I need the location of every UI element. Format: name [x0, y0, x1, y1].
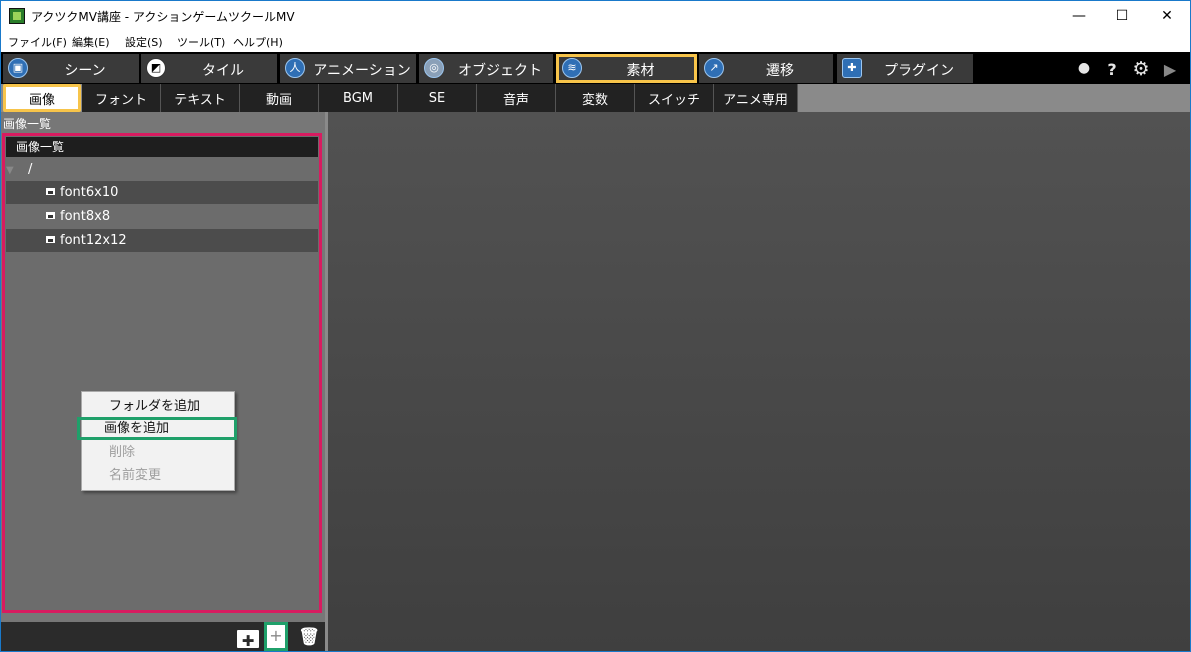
tree-item-label: font8x8: [60, 209, 111, 224]
preview-area[interactable]: [325, 112, 1190, 651]
menu-file[interactable]: ファイル(F): [8, 34, 67, 50]
tab-scene[interactable]: ▣ シーン: [3, 54, 139, 83]
image-file-icon: [46, 236, 55, 243]
main-tab-bar: ▣ シーン ◩ タイル 人 アニメーション ◎ オブジェクト ≋ 素材 ↗ 遷移…: [1, 52, 1190, 84]
subtab-text[interactable]: テキスト: [161, 84, 240, 112]
tab-object-label: オブジェクト: [458, 63, 542, 79]
context-menu: フォルダを追加 画像を追加 削除 名前変更: [77, 391, 237, 491]
maximize-button[interactable]: ☐: [1099, 1, 1145, 31]
subtab-anime-only[interactable]: アニメ専用: [714, 84, 798, 112]
tab-object[interactable]: ◎ オブジェクト: [419, 54, 553, 83]
add-folder-icon[interactable]: ✚: [237, 630, 259, 650]
menu-tools[interactable]: ツール(T): [177, 34, 225, 50]
title-bar[interactable]: アクツクMV講座 - アクションゲームツクールMV — ☐ ✕: [1, 1, 1190, 31]
menu-settings[interactable]: 設定(S): [125, 34, 163, 50]
tree-item-label: font6x10: [60, 185, 119, 200]
delete-icon[interactable]: 🗑: [298, 626, 320, 648]
tab-transition-label: 遷移: [766, 63, 794, 79]
tab-animation[interactable]: 人 アニメーション: [280, 54, 416, 83]
sub-tab-bar: 画像 フォント テキスト 動画 BGM SE 音声 変数 スイッチ アニメ専用: [1, 84, 1190, 112]
tree-header: 画像一覧: [6, 137, 318, 157]
menu-edit[interactable]: 編集(E): [72, 34, 110, 50]
panel-caption: 画像一覧: [3, 117, 52, 131]
subtab-voice[interactable]: 音声: [477, 84, 556, 112]
tab-animation-label: アニメーション: [313, 63, 411, 79]
ctx-add-folder[interactable]: フォルダを追加: [82, 395, 234, 418]
image-list-panel: 画像一覧 画像一覧 ▼ / font6x10 font8x8 font12x12…: [1, 112, 325, 651]
subtab-se[interactable]: SE: [398, 84, 477, 112]
image-tree: 画像一覧 ▼ / font6x10 font8x8 font12x12: [2, 133, 322, 613]
app-icon: [9, 8, 25, 24]
tab-resource-label: 素材: [626, 63, 655, 79]
expand-triangle-icon[interactable]: ▼: [6, 159, 14, 182]
subtab-font[interactable]: フォント: [82, 84, 161, 112]
settings-icon[interactable]: ⚙: [1131, 58, 1151, 80]
tree-item[interactable]: font12x12: [6, 229, 318, 252]
tab-plugin-label: プラグイン: [884, 63, 954, 79]
resource-icon: ≋: [562, 58, 582, 78]
tab-tile[interactable]: ◩ タイル: [141, 54, 277, 83]
subtab-switch[interactable]: スイッチ: [635, 84, 714, 112]
scene-icon: ▣: [8, 58, 28, 78]
add-image-icon[interactable]: +: [264, 622, 288, 651]
play-icon[interactable]: ▶: [1160, 60, 1180, 79]
tile-icon: ◩: [146, 58, 166, 78]
subtab-bgm[interactable]: BGM: [319, 84, 398, 112]
tree-item[interactable]: font6x10: [6, 181, 318, 204]
app-window: アクツクMV講座 - アクションゲームツクールMV — ☐ ✕ ファイル(F) …: [0, 0, 1191, 652]
close-button[interactable]: ✕: [1144, 1, 1190, 31]
tab-plugin[interactable]: ✚ プラグイン: [837, 54, 973, 83]
transition-icon: ↗: [704, 58, 724, 78]
subtab-image[interactable]: 画像: [3, 84, 81, 112]
animation-icon: 人: [285, 58, 305, 78]
subtab-variable[interactable]: 変数: [556, 84, 635, 112]
tree-item[interactable]: font8x8: [6, 205, 318, 228]
tree-root-folder[interactable]: ▼ /: [6, 158, 318, 181]
panel-toolbar: ✚ + 🗑: [1, 622, 325, 651]
ctx-add-image[interactable]: 画像を追加: [77, 417, 237, 440]
tab-scene-label: シーン: [64, 63, 106, 79]
minimize-button[interactable]: —: [1056, 1, 1102, 31]
menu-bar: ファイル(F) 編集(E) 設定(S) ツール(T) ヘルプ(H): [1, 31, 1190, 52]
help-icon[interactable]: ?: [1102, 60, 1122, 79]
subtab-movie[interactable]: 動画: [240, 84, 319, 112]
ctx-rename: 名前変更: [109, 468, 162, 483]
image-file-icon: [46, 212, 55, 219]
undo-icon[interactable]: ●: [1074, 60, 1094, 76]
object-icon: ◎: [424, 58, 444, 78]
tab-resource[interactable]: ≋ 素材: [556, 54, 697, 83]
plugin-icon: ✚: [842, 58, 862, 78]
tab-transition[interactable]: ↗ 遷移: [699, 54, 833, 83]
window-title: アクツクMV講座 - アクションゲームツクールMV: [31, 10, 295, 24]
root-folder-label: /: [28, 162, 33, 177]
image-file-icon: [46, 188, 55, 195]
tree-item-label: font12x12: [60, 233, 127, 248]
menu-help[interactable]: ヘルプ(H): [233, 34, 283, 50]
tab-tile-label: タイル: [202, 63, 244, 79]
ctx-delete: 削除: [109, 445, 136, 460]
